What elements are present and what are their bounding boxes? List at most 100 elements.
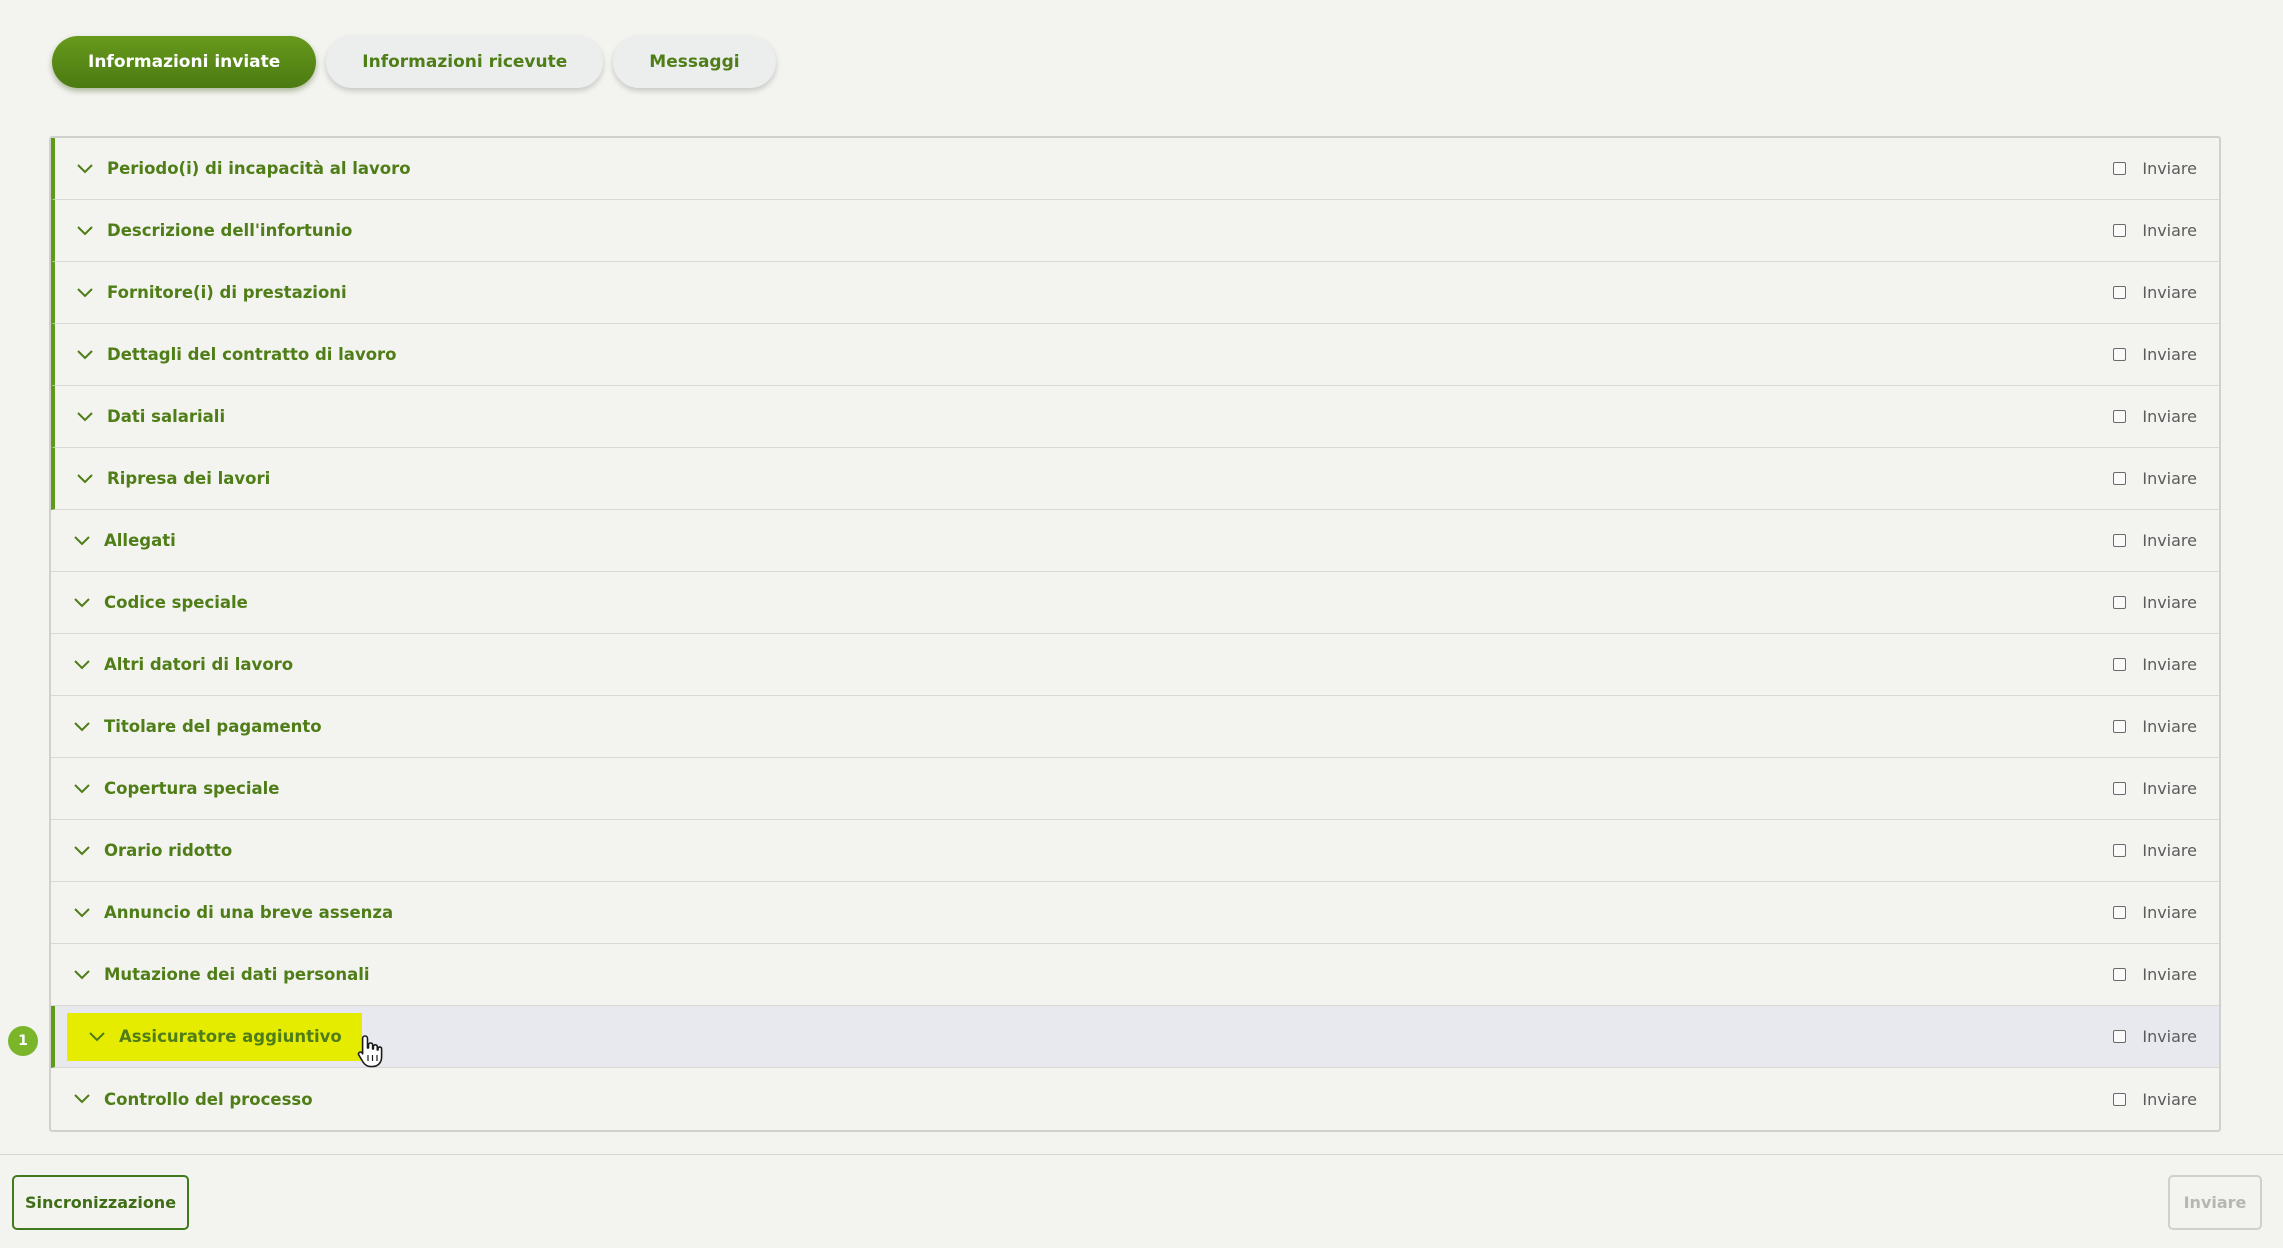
tab-bar: Informazioni inviate Informazioni ricevu… [52, 36, 776, 88]
section-title: Allegati [104, 531, 176, 550]
section-header[interactable]: Codice speciale [51, 579, 270, 627]
chevron-down-icon [74, 657, 90, 673]
chevron-down-icon [77, 409, 93, 425]
send-option: Inviare [2113, 262, 2197, 323]
send-checkbox-label: Inviare [2142, 779, 2197, 798]
sync-button[interactable]: Sincronizzazione [12, 1175, 189, 1230]
send-checkbox[interactable] [2113, 162, 2127, 175]
section-row: Fornitore(i) di prestazioni Inviare [51, 262, 2219, 324]
section-header[interactable]: Altri datori di lavoro [51, 641, 315, 689]
chevron-down-icon [89, 1029, 105, 1045]
send-option: Inviare [2113, 572, 2197, 633]
send-option: Inviare [2113, 200, 2197, 261]
send-checkbox[interactable] [2113, 720, 2127, 733]
send-checkbox[interactable] [2113, 906, 2127, 919]
section-header[interactable]: Titolare del pagamento [51, 703, 344, 751]
send-checkbox-label: Inviare [2142, 469, 2197, 488]
send-checkbox[interactable] [2113, 410, 2127, 423]
send-option: Inviare [2113, 138, 2197, 199]
section-header[interactable]: Mutazione dei dati personali [51, 951, 392, 999]
send-checkbox-label: Inviare [2142, 345, 2197, 364]
send-checkbox[interactable] [2113, 658, 2127, 671]
section-header[interactable]: Periodo(i) di incapacità al lavoro [55, 145, 433, 193]
section-title: Controllo del processo [104, 1089, 313, 1109]
section-row: Periodo(i) di incapacità al lavoro Invia… [51, 138, 2219, 200]
send-button[interactable]: Inviare [2168, 1175, 2262, 1230]
send-option: Inviare [2113, 448, 2197, 509]
send-checkbox-label: Inviare [2142, 593, 2197, 612]
chevron-down-icon [77, 161, 93, 177]
chevron-down-icon [74, 781, 90, 797]
send-checkbox-label: Inviare [2142, 717, 2197, 736]
send-option: Inviare [2113, 758, 2197, 819]
section-title: Mutazione dei dati personali [104, 965, 370, 984]
send-checkbox[interactable] [2113, 348, 2127, 361]
section-header[interactable]: Descrizione dell'infortunio [55, 207, 374, 255]
section-header[interactable]: Fornitore(i) di prestazioni [55, 269, 369, 317]
send-checkbox[interactable] [2113, 534, 2127, 547]
sections-panel: Periodo(i) di incapacità al lavoro Invia… [49, 136, 2221, 1132]
send-option: Inviare [2113, 324, 2197, 385]
chevron-down-icon [77, 347, 93, 363]
tab-informazioni-inviate[interactable]: Informazioni inviate [52, 36, 317, 88]
section-header[interactable]: Copertura speciale [51, 765, 301, 813]
section-title: Altri datori di lavoro [104, 655, 294, 674]
section-row: Orario ridotto Inviare [51, 820, 2219, 882]
section-title: Ripresa dei lavori [107, 469, 271, 488]
tab-informazioni-ricevute[interactable]: Informazioni ricevute [326, 36, 604, 88]
chevron-down-icon [77, 285, 93, 301]
send-option: Inviare [2113, 386, 2197, 447]
hand-pointer-icon [357, 1035, 383, 1068]
section-title: Assicuratore aggiuntivo [119, 1027, 342, 1046]
section-title: Copertura speciale [104, 779, 280, 798]
send-checkbox[interactable] [2113, 1030, 2127, 1043]
section-row: Copertura speciale Inviare [51, 758, 2219, 820]
section-header-highlighted[interactable]: Assicuratore aggiuntivo [67, 1012, 362, 1061]
section-row: Dati salariali Inviare [51, 386, 2219, 448]
section-header[interactable]: Allegati [51, 517, 198, 565]
section-row: Ripresa dei lavori Inviare [51, 448, 2219, 510]
section-row: Mutazione dei dati personali Inviare [51, 944, 2219, 1006]
send-checkbox-label: Inviare [2142, 407, 2197, 426]
chevron-down-icon [77, 471, 93, 487]
section-title: Dettagli del contratto di lavoro [107, 345, 397, 364]
step-badge: 1 [8, 1026, 38, 1056]
chevron-down-icon [77, 223, 93, 239]
section-header[interactable]: Dati salariali [55, 393, 247, 441]
send-checkbox[interactable] [2113, 782, 2127, 795]
send-checkbox[interactable] [2113, 286, 2127, 299]
send-option: Inviare [2113, 820, 2197, 881]
send-checkbox[interactable] [2113, 224, 2127, 237]
section-row: Allegati Inviare [51, 510, 2219, 572]
chevron-down-icon [74, 905, 90, 921]
section-row: Titolare del pagamento Inviare [51, 696, 2219, 758]
chevron-down-icon [74, 967, 90, 983]
section-header[interactable]: Controllo del processo [51, 1075, 335, 1123]
send-option: Inviare [2113, 1006, 2197, 1067]
chevron-down-icon [74, 719, 90, 735]
section-header[interactable]: Orario ridotto [51, 827, 254, 875]
section-header[interactable]: Dettagli del contratto di lavoro [55, 331, 419, 379]
send-checkbox-label: Inviare [2142, 283, 2197, 302]
section-header[interactable]: Ripresa dei lavori [55, 455, 292, 503]
section-header[interactable]: Annuncio di una breve assenza [51, 889, 415, 937]
send-checkbox[interactable] [2113, 1092, 2127, 1106]
send-checkbox[interactable] [2113, 968, 2127, 981]
tab-messaggi[interactable]: Messaggi [613, 36, 776, 88]
send-checkbox-label: Inviare [2142, 221, 2197, 240]
send-checkbox[interactable] [2113, 844, 2127, 857]
chevron-down-icon [74, 533, 90, 549]
send-checkbox-label: Inviare [2142, 841, 2197, 860]
section-title: Fornitore(i) di prestazioni [107, 283, 347, 302]
section-row: Annuncio di una breve assenza Inviare [51, 882, 2219, 944]
chevron-down-icon [74, 1091, 90, 1107]
send-checkbox-label: Inviare [2142, 159, 2197, 178]
section-row: Codice speciale Inviare [51, 572, 2219, 634]
section-row: Descrizione dell'infortunio Inviare [51, 200, 2219, 262]
send-option: Inviare [2113, 696, 2197, 757]
section-row: Dettagli del contratto di lavoro Inviare [51, 324, 2219, 386]
chevron-down-icon [74, 843, 90, 859]
send-checkbox[interactable] [2113, 596, 2127, 609]
send-checkbox-label: Inviare [2142, 655, 2197, 674]
send-checkbox[interactable] [2113, 472, 2127, 485]
